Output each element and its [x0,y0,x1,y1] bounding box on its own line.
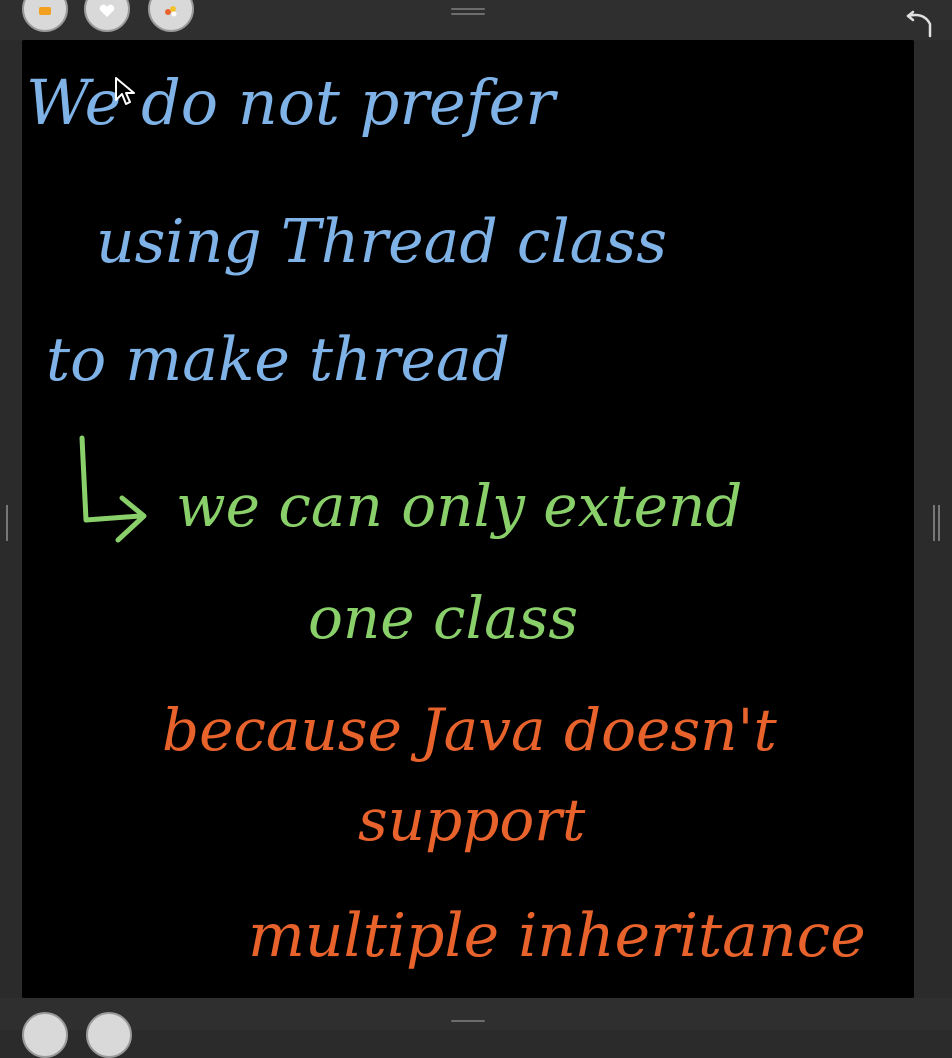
note-line-3: to make thread [46,325,510,395]
shape-tool-button[interactable] [84,0,130,32]
note-line-4: we can only extend [176,472,742,540]
pen-tool-button[interactable] [22,0,68,32]
bottom-tool-button-2[interactable] [86,1012,132,1058]
top-toolbar [0,0,952,40]
note-line-8: multiple inheritance [248,901,866,971]
mouse-cursor-icon [114,76,136,110]
heart-shape-icon [99,4,115,22]
top-drag-handle[interactable] [451,8,485,16]
bottom-toolbar [0,998,952,1058]
right-resize-handle[interactable] [930,505,944,541]
pen-icon [37,5,53,21]
note-line-6: because Java doesn't [162,696,777,764]
bottom-tool-button-1[interactable] [22,1012,68,1058]
note-line-2: using Thread class [96,207,667,277]
whiteboard-canvas[interactable]: We do not prefer using Thread class to m… [22,40,914,998]
arrow-icon [79,435,147,543]
handwritten-notes: We do not prefer using Thread class to m… [26,66,866,971]
note-line-1: We do not prefer [26,66,558,139]
palette-icon [163,4,179,22]
note-line-5: one class [308,584,578,652]
redo-arrow-icon[interactable] [900,6,940,40]
note-line-7: support [358,786,586,854]
color-tool-button[interactable] [148,0,194,32]
left-resize-handle[interactable] [2,505,16,541]
bottom-drag-handle[interactable] [451,1020,485,1028]
